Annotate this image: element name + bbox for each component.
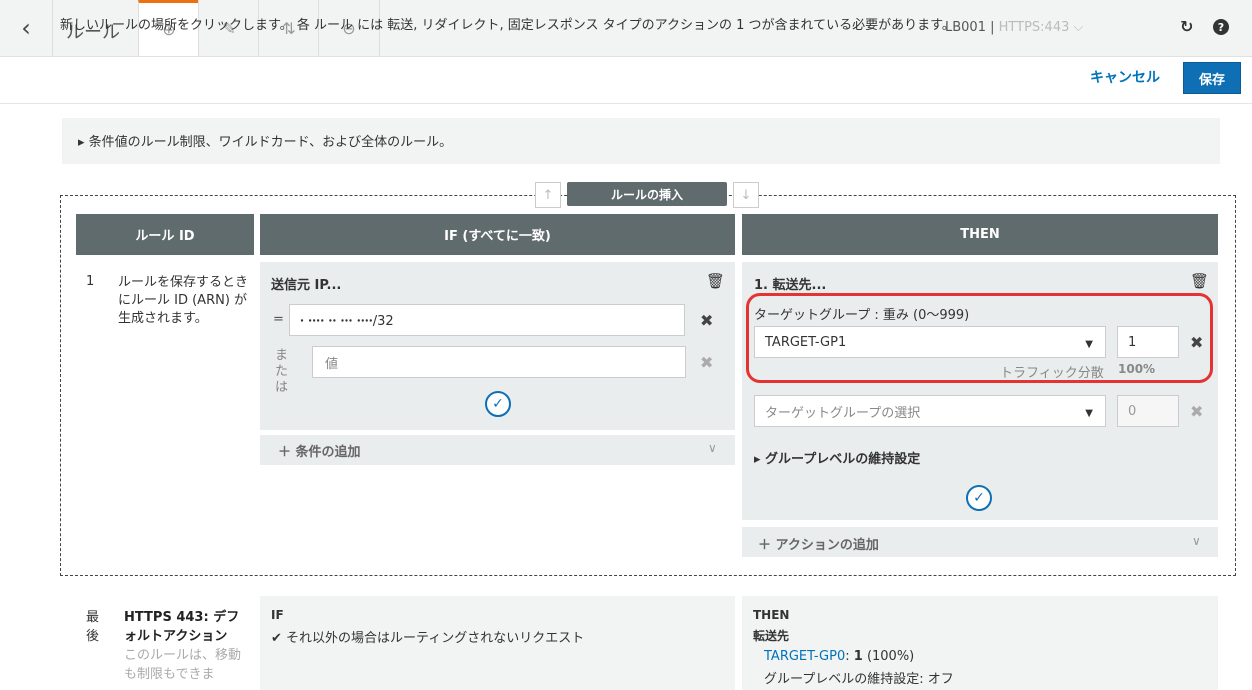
remove-target-icon-disabled[interactable]: ✖	[1190, 402, 1203, 421]
last-forward-label: 転送先	[753, 629, 790, 643]
chevron-down-icon[interactable]: ∨	[1192, 534, 1201, 548]
column-header-rule-id: ルール ID	[76, 214, 254, 255]
last-target-group: TARGET-GP0: 1 (100%)	[764, 649, 914, 664]
refresh-icon[interactable]: ↻	[1180, 17, 1193, 36]
remove-value-icon-disabled[interactable]: ✖	[700, 353, 713, 372]
instruction-text: 新しいルールの場所をクリックします。 各 ルール には 転送, リダイレクト, …	[60, 18, 955, 33]
group-stickiness-expander[interactable]: ▸ グループレベルの維持設定	[754, 448, 920, 467]
last-rule-note: このルールは、移動も制限もできま	[124, 648, 242, 682]
last-rule-description: HTTPS 443: デフォルトアクション このルールは、移動も制限もできま	[124, 608, 248, 684]
source-ip-input[interactable]: ꞏ ꞏꞏꞏꞏ ꞏꞏ ꞏꞏꞏ ꞏꞏꞏꞏ/32	[289, 304, 685, 336]
remove-value-icon[interactable]: ✖	[700, 311, 713, 330]
tg-separator: :	[845, 649, 854, 664]
column-header-if: IF (すべてに一致)	[260, 214, 735, 255]
last-if-text: ✔ それ以外の場合はルーティングされないリクエスト	[271, 631, 585, 646]
column-header-then: THEN	[742, 214, 1218, 255]
rule-description: ルールを保存するときにルール ID (ARN) が生成されます。	[118, 275, 249, 326]
equals-sign: =	[273, 312, 284, 327]
last-stickiness: グループレベルの維持設定: オフ	[764, 672, 954, 687]
tg-weight: 1	[853, 649, 863, 664]
trash-icon[interactable]: 🗑	[706, 272, 725, 290]
condition-title: 送信元 IP...	[271, 278, 342, 293]
plus-icon: ＋	[278, 445, 296, 460]
highlight-annotation	[746, 293, 1213, 383]
weight-input-disabled[interactable]: 0	[1117, 395, 1179, 427]
add-action-label: アクションの追加	[775, 538, 879, 553]
last-rule-number: 最後	[86, 610, 100, 644]
listener-selector[interactable]: LB001 | HTTPS:443 ⌵	[945, 20, 1083, 35]
tg-percent: (100%)	[862, 649, 915, 664]
save-button[interactable]: 保存	[1183, 62, 1241, 94]
target-group-select-empty[interactable]: ターゲットグループの選択 ▼	[754, 395, 1106, 427]
target-group-link[interactable]: TARGET-GP0	[764, 649, 845, 664]
separator: |	[990, 20, 995, 35]
help-icon[interactable]: ?	[1213, 19, 1229, 35]
add-action-button[interactable]: ＋ アクションの追加	[758, 534, 879, 553]
last-rule-title: HTTPS 443: デフォルトアクション	[124, 610, 240, 644]
chevron-left-icon: ‹	[21, 14, 31, 42]
last-if-label: IF	[271, 608, 284, 622]
caret-down-icon: ▼	[1085, 408, 1093, 419]
arrow-up-icon[interactable]: ↑	[535, 182, 561, 208]
confirm-condition-icon[interactable]: ✓	[485, 391, 511, 417]
rule-number: 1	[86, 274, 95, 289]
add-condition-button[interactable]: ＋ 条件の追加	[278, 441, 361, 460]
cancel-button[interactable]: キャンセル	[1090, 67, 1160, 87]
plus-icon: ＋	[758, 538, 776, 553]
confirm-action-icon[interactable]: ✓	[966, 485, 992, 511]
insert-rule-button[interactable]: ルールの挿入	[567, 182, 727, 206]
rule-limits-expander[interactable]: ▸ 条件値のルール制限、ワイルドカード、および全体のルール。	[78, 131, 452, 150]
or-label: または	[275, 348, 289, 395]
last-then-label: THEN	[753, 608, 790, 622]
add-condition-label: 条件の追加	[295, 445, 361, 460]
chevron-down-icon[interactable]: ∨	[708, 441, 717, 455]
chevron-down-icon: ⌵	[1073, 20, 1084, 35]
arrow-down-icon[interactable]: ↓	[733, 182, 759, 208]
action-title: 1. 転送先...	[754, 278, 827, 293]
instruction-bar	[0, 57, 1252, 104]
value-input[interactable]: 値	[312, 346, 686, 378]
listener-name: HTTPS:443	[998, 20, 1070, 35]
back-button[interactable]: ‹	[0, 0, 53, 56]
target-group-placeholder: ターゲットグループの選択	[765, 405, 921, 421]
trash-icon[interactable]: 🗑	[1190, 272, 1209, 290]
